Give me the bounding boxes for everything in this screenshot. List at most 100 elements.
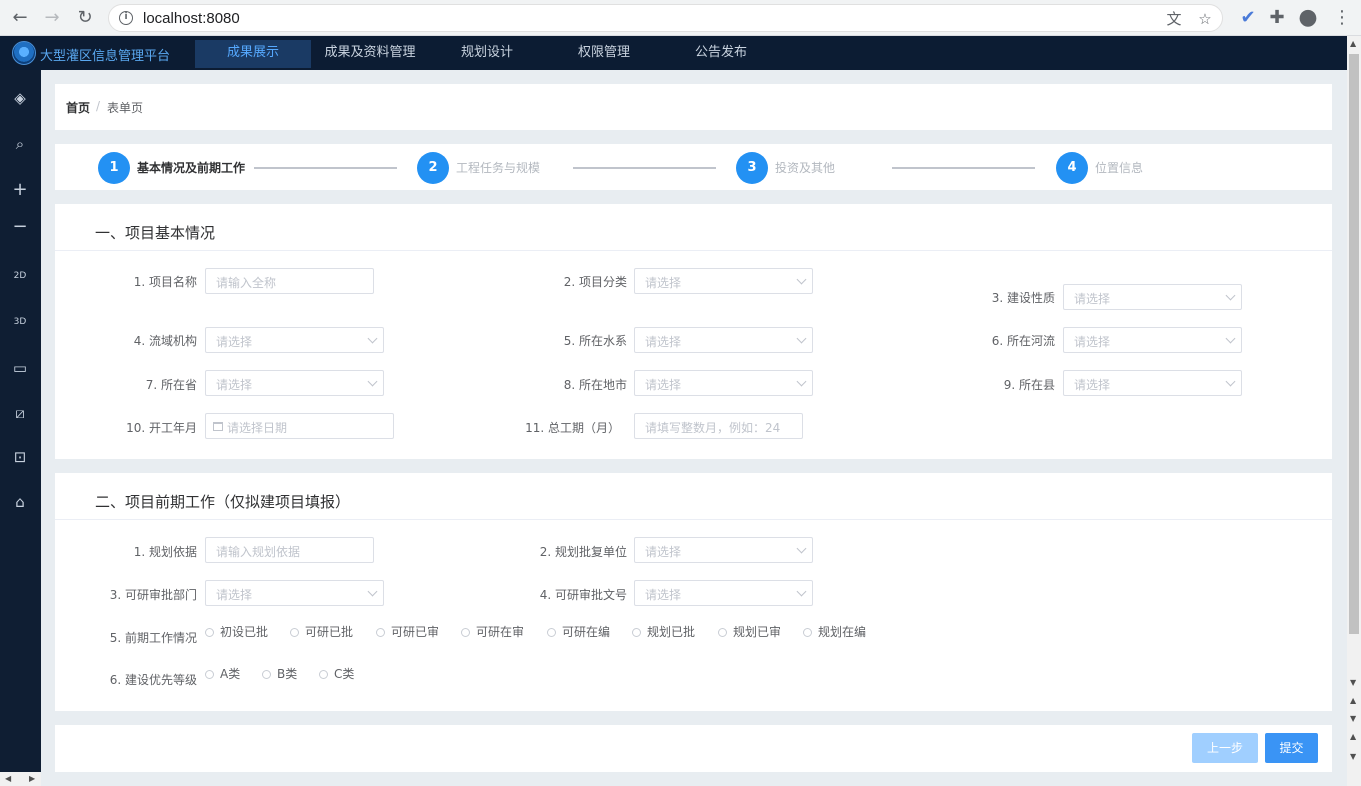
start-date-picker[interactable]: 请选择日期 (205, 413, 394, 439)
placeholder: 请选择 (1074, 335, 1111, 349)
scroll-down-icon-3[interactable]: ▼ (1350, 752, 1356, 761)
menu-icon[interactable]: ⋮ (1330, 6, 1354, 30)
bookmark-star-icon[interactable]: ☆ (1195, 9, 1215, 29)
water-system-label: 5. 所在水系 (563, 334, 627, 348)
placeholder: 请选择 (645, 545, 682, 559)
chevron-down-icon (796, 376, 807, 387)
nav-item-results-management[interactable]: 成果及资料管理 (315, 40, 425, 68)
placeholder: 请选择 (216, 588, 253, 602)
translate-icon[interactable]: 文 (1164, 9, 1184, 29)
feasibility-doc-number-select[interactable]: 请选择 (634, 580, 813, 606)
placeholder: 请输入全称 (216, 276, 277, 290)
radio-prep-3[interactable]: 可研在审 (461, 623, 524, 640)
zoom-in-icon[interactable]: + (8, 178, 32, 202)
project-name-input[interactable]: 请输入全称 (205, 268, 374, 294)
layers-icon[interactable]: ◈ (8, 86, 32, 110)
view-2d-icon[interactable]: 2D (8, 264, 32, 288)
breadcrumb-home[interactable]: 首页 (66, 99, 90, 116)
basin-agency-select[interactable]: 请选择 (205, 327, 384, 353)
ruler-icon[interactable]: ▭ (8, 356, 32, 380)
radio-circle (632, 628, 641, 637)
placeholder: 请选择 (216, 378, 253, 392)
puzzle-icon[interactable]: ✚ (1265, 6, 1289, 30)
scroll-down-icon[interactable]: ▼ (1350, 678, 1356, 687)
radio-circle (718, 628, 727, 637)
city-select[interactable]: 请选择 (634, 370, 813, 396)
scroll-down-icon-2[interactable]: ▼ (1350, 714, 1356, 723)
radio-priority-a[interactable]: A类 (205, 665, 240, 682)
radio-prep-4[interactable]: 可研在编 (547, 623, 610, 640)
radio-priority-b[interactable]: B类 (262, 665, 297, 682)
radio-prep-6[interactable]: 规划已审 (718, 623, 781, 640)
river-select[interactable]: 请选择 (1063, 327, 1242, 353)
placeholder: 请选择 (216, 335, 253, 349)
chevron-down-icon (367, 376, 378, 387)
project-category-select[interactable]: 请选择 (634, 268, 813, 294)
scroll-up-icon-2[interactable]: ▲ (1350, 696, 1356, 705)
scroll-up-icon[interactable]: ▲ (1350, 39, 1356, 48)
browser-toolbar: ← → ↻ i localhost:8080 文 ☆ ✔ ✚ ● ⋮ (0, 0, 1361, 36)
radio-label: 可研在编 (562, 625, 611, 639)
step-4-title: 位置信息 (1095, 161, 1144, 175)
nav-item-results-display[interactable]: 成果展示 (195, 40, 311, 68)
profile-icon[interactable]: ● (1296, 6, 1320, 30)
extension-icon[interactable]: ✔ (1236, 6, 1260, 30)
duration-input[interactable]: 请填写整数月，例如：24 (634, 413, 803, 439)
radio-prep-0[interactable]: 初设已批 (205, 623, 268, 640)
radio-label: 可研已批 (305, 625, 354, 639)
site-info-icon[interactable]: i (119, 11, 133, 25)
top-navigation: 大型灌区信息管理平台 成果展示 成果及资料管理 规划设计 权限管理 公告发布 (0, 36, 1347, 70)
reload-icon[interactable]: ↻ (73, 6, 97, 30)
radio-prep-2[interactable]: 可研已审 (376, 623, 439, 640)
prev-step-button[interactable]: 上一步 (1192, 733, 1258, 763)
placeholder: 请输入规划依据 (216, 545, 301, 559)
approval-unit-select[interactable]: 请选择 (634, 537, 813, 563)
crop-icon[interactable]: ⧄ (8, 401, 32, 425)
scroll-left-icon[interactable]: ◀ (5, 774, 11, 783)
step-3-number: 3 (736, 152, 768, 184)
scroll-right-icon[interactable]: ▶ (29, 774, 35, 783)
feasibility-department-label: 3. 可研审批部门 (109, 588, 197, 602)
radio-priority-c[interactable]: C类 (319, 665, 354, 682)
construction-nature-select[interactable]: 请选择 (1063, 284, 1242, 310)
search-icon[interactable]: ⌕ (8, 132, 32, 156)
province-select[interactable]: 请选择 (205, 370, 384, 396)
submit-button[interactable]: 提交 (1265, 733, 1318, 763)
nav-item-announcements[interactable]: 公告发布 (674, 40, 768, 68)
nav-item-permission-management[interactable]: 权限管理 (557, 40, 651, 68)
forward-icon[interactable]: → (40, 6, 64, 30)
view-3d-icon[interactable]: 3D (8, 310, 32, 334)
radio-circle (262, 670, 271, 679)
zoom-out-icon[interactable]: − (8, 215, 32, 239)
placeholder: 请选择 (645, 588, 682, 602)
horizontal-scrollbar[interactable]: ◀ ▶ (0, 772, 41, 786)
radio-label: 规划在编 (818, 625, 867, 639)
chevron-down-icon (1225, 290, 1236, 301)
feasibility-department-select[interactable]: 请选择 (205, 580, 384, 606)
app-title: 大型灌区信息管理平台 (40, 49, 171, 64)
step-connector (254, 167, 397, 169)
approval-unit-label: 2. 规划批复单位 (539, 545, 627, 559)
vertical-scrollbar[interactable]: ▲ ▼ ▲ ▼ ▲ ▼ (1347, 36, 1361, 786)
export-icon[interactable]: ⊡ (8, 445, 32, 469)
chevron-down-icon (796, 274, 807, 285)
water-system-select[interactable]: 请选择 (634, 327, 813, 353)
address-bar[interactable]: i localhost:8080 文 ☆ (108, 4, 1223, 32)
radio-circle (205, 670, 214, 679)
step-2-title: 工程任务与规模 (456, 161, 541, 175)
radio-prep-5[interactable]: 规划已批 (632, 623, 695, 640)
logo-icon (12, 41, 36, 65)
back-icon[interactable]: ← (8, 6, 32, 30)
planning-basis-input[interactable]: 请输入规划依据 (205, 537, 374, 563)
step-3-title: 投资及其他 (775, 161, 836, 175)
radio-prep-1[interactable]: 可研已批 (290, 623, 353, 640)
placeholder: 请选择 (1074, 292, 1111, 306)
radio-prep-7[interactable]: 规划在编 (803, 623, 866, 640)
scroll-thumb[interactable] (1349, 54, 1359, 634)
home-icon[interactable]: ⌂ (8, 490, 32, 514)
radio-circle (290, 628, 299, 637)
scroll-up-icon-3[interactable]: ▲ (1350, 732, 1356, 741)
radio-circle (461, 628, 470, 637)
county-select[interactable]: 请选择 (1063, 370, 1242, 396)
nav-item-planning-design[interactable]: 规划设计 (440, 40, 534, 68)
